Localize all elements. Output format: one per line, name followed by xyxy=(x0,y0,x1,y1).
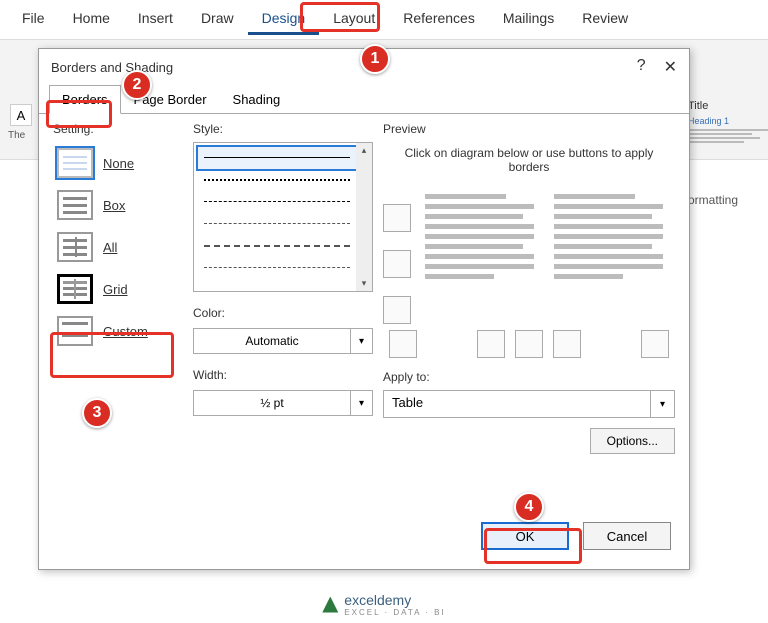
setting-custom[interactable]: Custom xyxy=(53,310,183,352)
callout-1: 1 xyxy=(360,44,390,74)
watermark-name: exceldemy xyxy=(344,592,411,608)
style-dashed-3[interactable] xyxy=(198,235,368,257)
style-dashed-4[interactable] xyxy=(198,257,368,279)
ribbon-tab-design[interactable]: Design xyxy=(248,4,320,35)
setting-label: Setting: xyxy=(53,122,183,136)
preview-hmid-border-btn[interactable] xyxy=(383,250,411,278)
preview-bottom-border-btn[interactable] xyxy=(383,296,411,324)
borders-shading-dialog: Borders and Shading ? ✕ Borders Page Bor… xyxy=(38,48,690,570)
style-scrollbar[interactable]: ▴▾ xyxy=(356,143,372,291)
setting-grid-icon xyxy=(57,274,93,304)
ribbon-tabs: File Home Insert Draw Design Layout Refe… xyxy=(0,0,768,40)
peek-heading: Heading 1 xyxy=(688,116,768,126)
preview-diagram[interactable] xyxy=(419,184,675,324)
width-value: ½ pt xyxy=(194,391,350,415)
ribbon-tab-layout[interactable]: Layout xyxy=(319,4,389,35)
style-gallery-peek: Title Heading 1 ormatting xyxy=(688,100,768,207)
preview-left-border-btn[interactable] xyxy=(477,330,505,358)
dialog-footer: OK Cancel xyxy=(39,512,689,560)
apply-to-label: Apply to: xyxy=(383,370,675,384)
setting-none-icon xyxy=(57,148,93,178)
tab-shading[interactable]: Shading xyxy=(220,85,294,114)
color-value: Automatic xyxy=(194,329,350,353)
preview-diag-up-btn[interactable] xyxy=(641,330,669,358)
watermark: exceldemy EXCEL · DATA · BI xyxy=(322,592,445,617)
themes-icon[interactable]: A xyxy=(10,104,32,126)
setting-none[interactable]: None xyxy=(53,142,183,184)
peek-title: Title xyxy=(688,100,768,112)
apply-to-dropdown-btn[interactable]: ▾ xyxy=(650,391,674,417)
setting-box-label: Box xyxy=(103,198,125,213)
color-dropdown[interactable]: Automatic ▾ xyxy=(193,328,373,354)
setting-all[interactable]: All xyxy=(53,226,183,268)
help-button[interactable]: ? xyxy=(637,57,646,77)
setting-box-icon xyxy=(57,190,93,220)
style-solid[interactable] xyxy=(198,147,368,169)
width-dropdown[interactable]: ½ pt ▾ xyxy=(193,390,373,416)
preview-diag-down-btn[interactable] xyxy=(389,330,417,358)
ribbon-tab-draw[interactable]: Draw xyxy=(187,4,248,35)
style-dashed-1[interactable] xyxy=(198,191,368,213)
style-dashed-2[interactable] xyxy=(198,213,368,235)
setting-all-icon xyxy=(57,232,93,262)
callout-3: 3 xyxy=(82,398,112,428)
style-listbox[interactable]: ▴▾ xyxy=(193,142,373,292)
setting-custom-icon xyxy=(57,316,93,346)
style-dotted[interactable] xyxy=(198,169,368,191)
cancel-button[interactable]: Cancel xyxy=(583,522,671,550)
setting-custom-label: Custom xyxy=(103,324,148,339)
ribbon-tab-references[interactable]: References xyxy=(389,4,489,35)
watermark-logo-icon xyxy=(322,597,338,613)
setting-all-label: All xyxy=(103,240,117,255)
ribbon-tab-review[interactable]: Review xyxy=(568,4,642,35)
ok-button[interactable]: OK xyxy=(481,522,569,550)
preview-vmid-border-btn[interactable] xyxy=(515,330,543,358)
preview-label: Preview xyxy=(383,122,675,136)
setting-grid[interactable]: Grid xyxy=(53,268,183,310)
ribbon-tab-file[interactable]: File xyxy=(8,4,59,35)
callout-2: 2 xyxy=(122,70,152,100)
preview-top-border-btn[interactable] xyxy=(383,204,411,232)
callout-4: 4 xyxy=(514,492,544,522)
style-label: Style: xyxy=(193,122,373,136)
options-button[interactable]: Options... xyxy=(590,428,675,454)
ribbon-tab-mailings[interactable]: Mailings xyxy=(489,4,568,35)
setting-box[interactable]: Box xyxy=(53,184,183,226)
width-dropdown-btn[interactable]: ▾ xyxy=(350,391,372,415)
dialog-title: Borders and Shading xyxy=(51,60,173,75)
preview-hint: Click on diagram below or use buttons to… xyxy=(403,146,655,174)
close-button[interactable]: ✕ xyxy=(664,57,677,77)
tab-borders[interactable]: Borders xyxy=(49,85,121,114)
ribbon-tab-insert[interactable]: Insert xyxy=(124,4,187,35)
peek-formatting-label: ormatting xyxy=(688,193,768,207)
preview-right-border-btn[interactable] xyxy=(553,330,581,358)
width-label: Width: xyxy=(193,368,373,382)
apply-to-dropdown[interactable]: Table ▾ xyxy=(383,390,675,418)
color-label: Color: xyxy=(193,306,373,320)
ribbon-tab-home[interactable]: Home xyxy=(59,4,124,35)
apply-to-value: Table xyxy=(384,391,650,417)
color-dropdown-btn[interactable]: ▾ xyxy=(350,329,372,353)
setting-grid-label: Grid xyxy=(103,282,128,297)
setting-none-label: None xyxy=(103,156,134,171)
watermark-sub: EXCEL · DATA · BI xyxy=(344,608,445,617)
themes-label: The xyxy=(8,130,25,141)
